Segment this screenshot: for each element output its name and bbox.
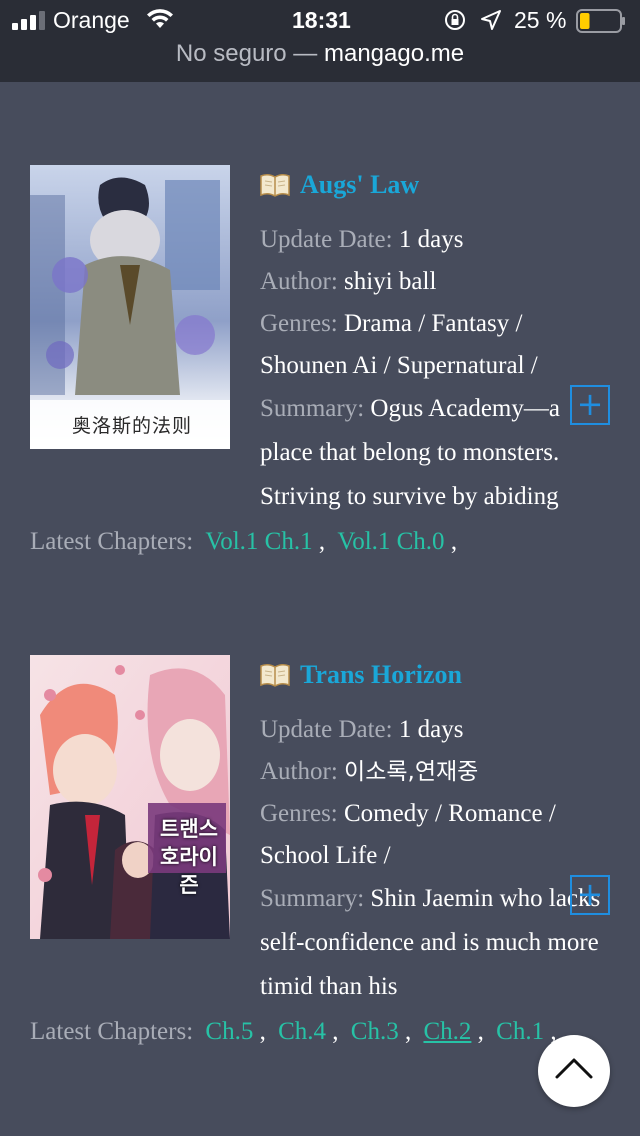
cover-title-text: 트랜스 호라이즌 [160, 817, 218, 897]
clock: 18:31 [292, 7, 351, 33]
expand-summary-button[interactable]: + [570, 385, 610, 425]
update-date-value: 1 days [398, 716, 464, 743]
chapter-separator: , [398, 1018, 412, 1045]
summary-row: Summary: Shin Jaemin who lacks self-conf… [260, 877, 605, 1011]
author-label: Author: [260, 268, 338, 295]
genres-row: Genres: Comedy / Romance / School Life / [260, 793, 605, 877]
url-domain: mangago.me [323, 40, 465, 67]
update-date-row: Update Date: 1 days [260, 219, 605, 261]
rotation-lock-icon [445, 10, 465, 30]
author-row: Author: 이소록,연재중 [260, 751, 605, 793]
chapter-link[interactable]: Vol.1 Ch.1 [205, 528, 312, 555]
chapter-link[interactable]: Ch.4 [278, 1018, 326, 1045]
update-date-label: Update Date: [260, 716, 393, 743]
chapter-separator: , [312, 528, 326, 555]
battery-icon [576, 9, 625, 33]
chapter-link[interactable]: Ch.2 [423, 1018, 471, 1045]
chapter-link[interactable]: Ch.5 [205, 1018, 253, 1045]
update-date-label: Update Date: [260, 226, 393, 253]
cover-title-text: 奥洛斯的法则 [72, 415, 193, 437]
manga-info: Update Date: 1 days Author: 이소록,연재중 Genr… [260, 709, 605, 1011]
update-date-value: 1 days [398, 226, 464, 253]
summary-label: Summary: [260, 885, 365, 912]
chapter-separator: , [253, 1018, 266, 1045]
summary-row: Summary: Ogus Academy—a place that belon… [260, 387, 605, 521]
manga-title[interactable]: Augs' Law [300, 170, 419, 200]
manga-info: Update Date: 1 days Author: shiyi ball G… [260, 219, 605, 521]
chapter-link[interactable]: Vol.1 Ch.0 [337, 528, 444, 555]
genres-label: Genres: [260, 800, 338, 827]
chapter-link[interactable]: Ch.1 [496, 1018, 544, 1045]
chapter-separator: , [444, 528, 458, 555]
manga-title[interactable]: Trans Horizon [300, 660, 462, 690]
summary-label: Summary: [260, 395, 365, 422]
latest-chapters: Latest Chapters: Vol.1 Ch.1 , Vol.1 Ch.0… [30, 520, 610, 564]
signal-icon [12, 11, 45, 30]
scroll-to-top-button[interactable] [538, 1035, 610, 1107]
book-icon [260, 663, 290, 687]
address-bar[interactable]: No seguro — mangago.me [0, 40, 640, 68]
expand-summary-button[interactable]: + [570, 875, 610, 915]
browser-chrome: Orange 18:31 25 % No seguro — mangago.me [0, 0, 640, 82]
manga-title-row[interactable]: Augs' Law [260, 169, 419, 201]
genres-row: Genres: Drama / Fantasy / Shounen Ai / S… [260, 303, 605, 387]
location-icon [481, 10, 501, 30]
chevron-up-icon [555, 1058, 593, 1079]
cover-art-image [30, 165, 230, 449]
latest-chapters-label: Latest Chapters: [30, 528, 194, 555]
genres-label: Genres: [260, 310, 338, 337]
latest-chapters: Latest Chapters: Ch.5 , Ch.4 , Ch.3 , Ch… [30, 1010, 610, 1054]
manga-cover[interactable]: 트랜스 호라이즌 [30, 655, 230, 939]
carrier-name: Orange [53, 7, 130, 33]
security-label: No seguro — [175, 40, 318, 67]
manga-cover[interactable]: 奥洛斯的法则 [30, 165, 230, 449]
chapter-link[interactable]: Ch.3 [351, 1018, 399, 1045]
author-value: 이소록,연재중 [344, 759, 479, 785]
latest-chapters-label: Latest Chapters: [30, 1018, 194, 1045]
status-bar: Orange 18:31 25 % [0, 0, 640, 42]
chapter-separator: , [326, 1018, 339, 1045]
chapter-separator: , [471, 1018, 484, 1045]
battery-percent: 25 % [514, 7, 567, 33]
book-icon [260, 173, 290, 197]
manga-title-row[interactable]: Trans Horizon [260, 659, 462, 691]
author-label: Author: [260, 758, 338, 785]
author-row: Author: shiyi ball [260, 261, 605, 303]
wifi-icon [147, 9, 173, 28]
update-date-row: Update Date: 1 days [260, 709, 605, 751]
author-value: shiyi ball [344, 268, 437, 295]
